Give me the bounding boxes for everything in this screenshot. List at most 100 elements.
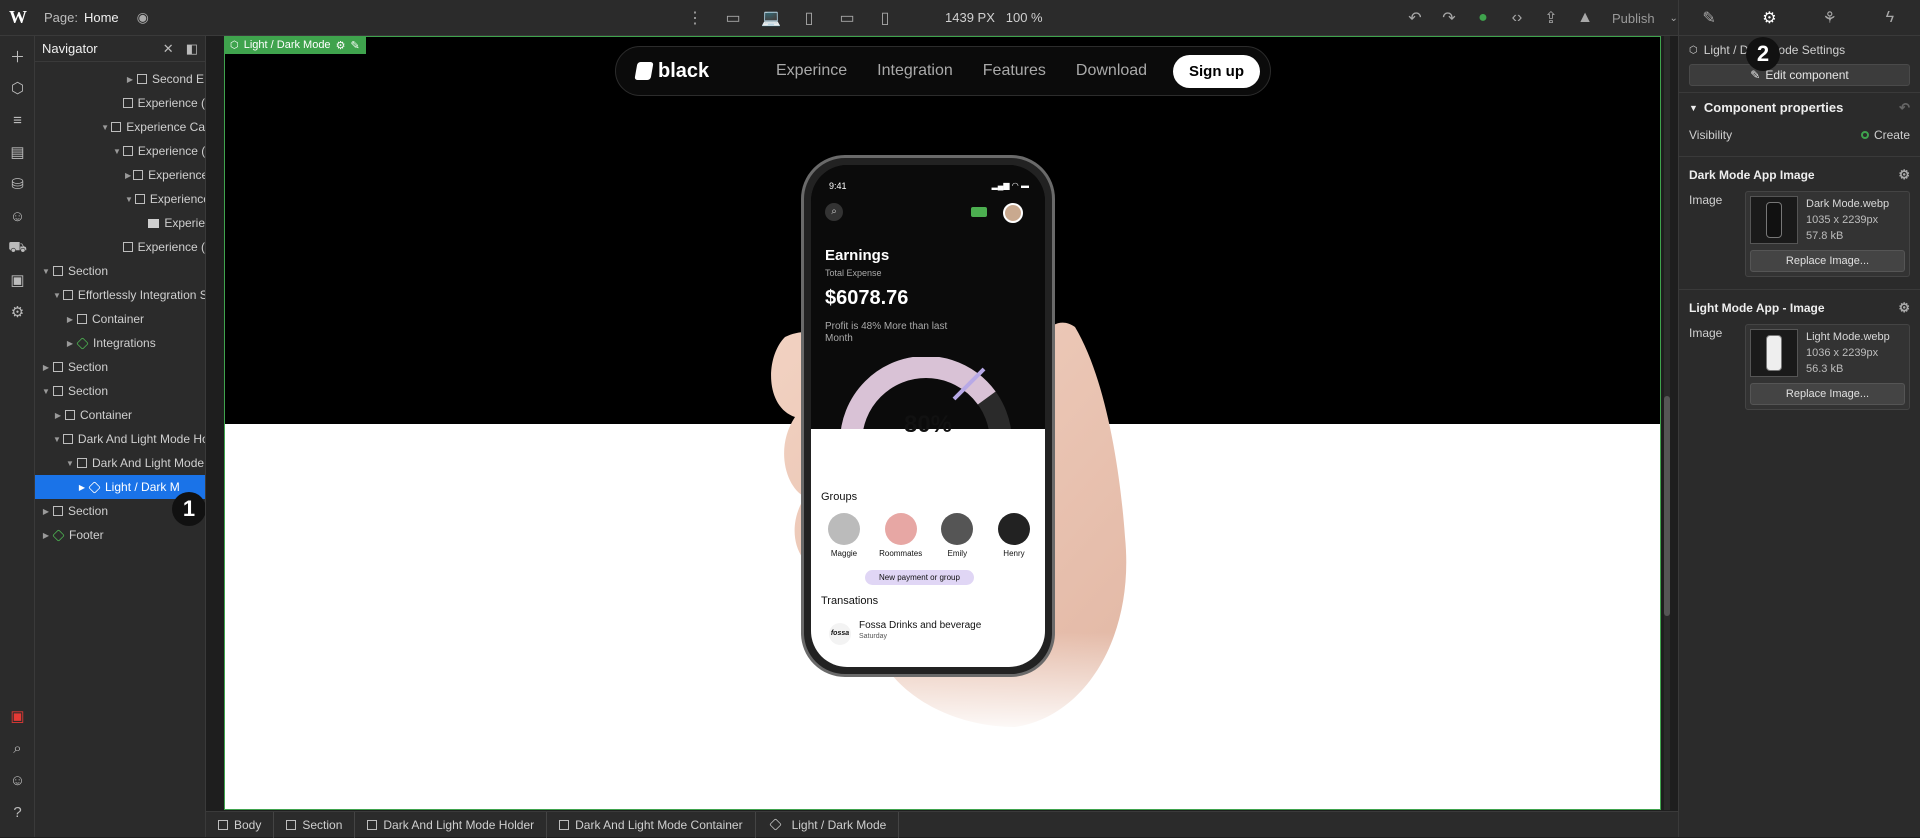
breadcrumb-item[interactable]: Light / Dark Mode xyxy=(756,811,900,838)
replace-image-button[interactable]: Replace Image... xyxy=(1750,383,1905,405)
navigator-row[interactable]: ▶ Container xyxy=(35,307,205,331)
site-link-integration[interactable]: Integration xyxy=(877,62,953,80)
site-brand[interactable]: black xyxy=(634,60,746,83)
caret-right-icon[interactable]: ▶ xyxy=(125,75,135,84)
caret-down-icon[interactable]: ▼ xyxy=(125,195,133,204)
users-icon[interactable]: ☺ xyxy=(0,200,35,232)
dock-panel-icon[interactable]: ◧ xyxy=(186,41,198,57)
components-cube-icon[interactable]: ⬡ xyxy=(0,72,35,104)
breadcrumb-item[interactable]: Dark And Light Mode Holder xyxy=(355,811,548,838)
caret-down-icon[interactable]: ▼ xyxy=(53,291,61,300)
site-link-download[interactable]: Download xyxy=(1076,62,1147,80)
property-gear-icon[interactable]: ⚙ xyxy=(1898,300,1910,316)
navigator-row[interactable]: ▼ Effortlessly Integration S xyxy=(35,283,205,307)
caret-down-icon[interactable]: ▼ xyxy=(101,123,109,132)
navigator-row[interactable]: ▶ Experience xyxy=(35,163,205,187)
mobile-landscape-breakpoint-icon[interactable]: ▭ xyxy=(832,4,862,32)
navigator-row[interactable]: ▶ Section xyxy=(35,355,205,379)
interactions-icon[interactable]: ⚘ xyxy=(1815,4,1845,32)
visibility-create-button[interactable]: Create xyxy=(1860,128,1910,142)
more-options-icon[interactable]: ⋮ xyxy=(680,4,710,32)
style-brush-icon[interactable]: ✎ xyxy=(1694,4,1724,32)
cms-database-icon[interactable]: ⛁ xyxy=(0,168,35,200)
image-field[interactable]: Dark Mode.webp 1035 x 2239px 57.8 kB Replac… xyxy=(1745,191,1910,277)
caret-down-icon[interactable]: ▼ xyxy=(53,435,61,444)
caret-right-icon[interactable]: ▶ xyxy=(65,339,75,348)
caret-down-icon[interactable]: ▼ xyxy=(113,147,121,156)
record-icon[interactable]: ▣ xyxy=(0,700,35,732)
navigator-row[interactable]: Experience ( xyxy=(35,91,205,115)
selected-element-label[interactable]: ⬡ Light / Dark Mode ⚙ ✎ xyxy=(224,36,366,54)
breadcrumb-item[interactable]: Section xyxy=(274,811,356,838)
help-icon[interactable]: ? xyxy=(0,796,35,828)
canvas-width[interactable]: 1439 xyxy=(945,10,974,25)
navigator-row[interactable]: ▶ Container xyxy=(35,403,205,427)
collaborators-icon[interactable]: ☺ xyxy=(0,764,35,796)
navigator-row[interactable]: Experie xyxy=(35,211,205,235)
mobile-portrait-breakpoint-icon[interactable]: ▯ xyxy=(870,4,900,32)
webflow-logo[interactable]: W xyxy=(0,0,36,36)
caret-down-icon[interactable]: ▼ xyxy=(41,267,51,276)
publish-button[interactable]: Publish xyxy=(1612,11,1655,26)
image-field[interactable]: Light Mode.webp 1036 x 2239px 56.3 kB Repla… xyxy=(1745,324,1910,410)
signup-button[interactable]: Sign up xyxy=(1173,54,1260,88)
reset-icon[interactable]: ↶ xyxy=(1899,100,1910,116)
caret-right-icon[interactable]: ▶ xyxy=(41,363,51,372)
caret-down-icon[interactable]: ▼ xyxy=(65,459,75,468)
edit-pencil-icon[interactable]: ✎ xyxy=(350,39,359,52)
caret-down-icon[interactable]: ▼ xyxy=(41,387,51,396)
scrollbar-thumb[interactable] xyxy=(1664,396,1670,616)
caret-right-icon[interactable]: ▶ xyxy=(65,315,75,324)
navigator-row[interactable]: ▼ Experience ( xyxy=(35,139,205,163)
navigator-row[interactable]: ▼ Dark And Light Mode xyxy=(35,451,205,475)
property-gear-icon[interactable]: ⚙ xyxy=(1898,167,1910,183)
preview-eye-icon[interactable]: ◉ xyxy=(137,9,149,26)
image-thumbnail[interactable] xyxy=(1750,196,1798,244)
settings-gear-icon[interactable]: ⚙ xyxy=(1754,4,1784,32)
caret-right-icon[interactable]: ▶ xyxy=(53,411,63,420)
caret-right-icon[interactable]: ▶ xyxy=(41,531,51,540)
saved-check-icon[interactable]: ● xyxy=(1468,4,1498,32)
tablet-breakpoint-icon[interactable]: ▯ xyxy=(794,4,824,32)
page-selector[interactable]: Home xyxy=(84,10,119,25)
breadcrumb-item[interactable]: Body xyxy=(206,811,275,838)
navigator-row[interactable]: ▶ Integrations xyxy=(35,331,205,355)
desktop-large-breakpoint-icon[interactable]: ▭ xyxy=(718,4,748,32)
site-link-experince[interactable]: Experince xyxy=(776,62,847,80)
canvas-scrollbar[interactable] xyxy=(1664,36,1670,810)
component-properties-header[interactable]: ▼ Component properties ↶ xyxy=(1679,92,1920,122)
zoom-level[interactable]: 100 % xyxy=(1006,10,1043,25)
breadcrumb-item[interactable]: Dark And Light Mode Container xyxy=(547,811,756,838)
collapse-all-icon[interactable]: ✕ xyxy=(163,41,174,57)
ecommerce-cart-icon[interactable]: ⛟ xyxy=(0,232,35,264)
navigator-icon[interactable]: ≡ xyxy=(0,104,35,136)
desktop-breakpoint-icon[interactable]: 💻 xyxy=(756,4,786,32)
replace-image-button[interactable]: Replace Image... xyxy=(1750,250,1905,272)
navigator-row[interactable]: ▼ Dark And Light Mode Ho xyxy=(35,427,205,451)
navigator-row[interactable]: Experience ( xyxy=(35,235,205,259)
caret-right-icon[interactable]: ▶ xyxy=(41,507,51,516)
navigator-row[interactable]: ▶ Second E xyxy=(35,67,205,91)
pages-icon[interactable]: ▤ xyxy=(0,136,35,168)
site-link-features[interactable]: Features xyxy=(983,62,1046,80)
site-settings-gear-icon[interactable]: ⚙ xyxy=(0,296,35,328)
page-canvas[interactable]: black Experince Integration Features Dow… xyxy=(224,36,1661,810)
caret-right-icon[interactable]: ▶ xyxy=(77,483,87,492)
publish-icon[interactable]: ▲ xyxy=(1570,4,1600,32)
caret-right-icon[interactable]: ▶ xyxy=(125,171,131,180)
navigator-row[interactable]: ▼ Section xyxy=(35,259,205,283)
image-thumbnail[interactable] xyxy=(1750,329,1798,377)
lightning-icon[interactable]: ϟ xyxy=(1875,4,1905,32)
assets-icon[interactable]: ▣ xyxy=(0,264,35,296)
navigator-row[interactable]: ▼ Experience Ca xyxy=(35,115,205,139)
edit-component-button[interactable]: ✎ Edit component xyxy=(1689,64,1910,86)
navigator-row[interactable]: ▶ Footer xyxy=(35,523,205,547)
add-icon[interactable]: ＋ xyxy=(0,40,35,72)
code-icon[interactable]: ‹› xyxy=(1502,4,1532,32)
navigator-row[interactable]: ▼ Section xyxy=(35,379,205,403)
element-settings-icon[interactable]: ⚙ xyxy=(336,39,346,52)
navigator-row[interactable]: ▼ Experience xyxy=(35,187,205,211)
undo-icon[interactable]: ↶ xyxy=(1400,4,1430,32)
redo-icon[interactable]: ↷ xyxy=(1434,4,1464,32)
share-icon[interactable]: ⇪ xyxy=(1536,4,1566,32)
